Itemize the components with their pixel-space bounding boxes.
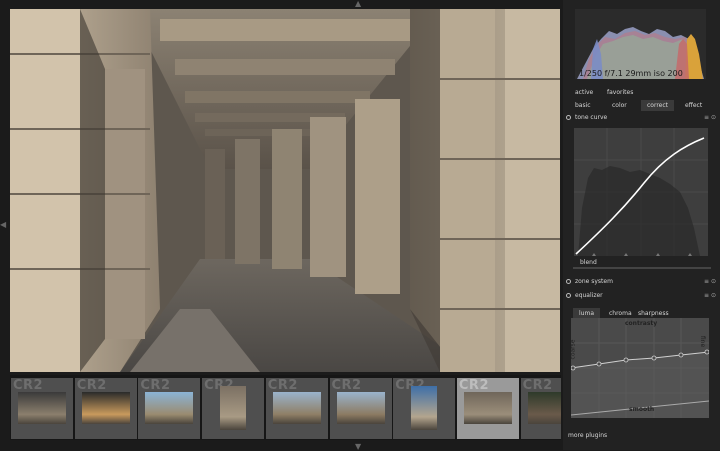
thumbnail-image [18,392,66,424]
collapse-left-arrow-icon[interactable]: ◀ [0,221,6,229]
tone-curve-header[interactable]: tone curve ≡ ⊙ [563,113,720,123]
thumbnail-format-label: CR2 [13,378,44,393]
main-image-view[interactable] [10,9,560,372]
thumbnail-image [272,392,321,424]
thumbnail-format-label: CR2 [458,378,489,393]
equalizer-plot [570,318,710,418]
filmstrip-thumbnail[interactable]: CR2 [393,378,456,439]
thumbnail-image [463,392,512,424]
module-controls-icon[interactable]: ≡ ⊙ [704,114,716,121]
group-tab-color[interactable]: color [612,102,627,109]
thumbnail-image [145,392,194,424]
thumbnail-image [81,392,130,424]
thumbnail-format-label: CR2 [140,378,171,393]
thumbnail-image [336,392,385,424]
exposure-info: 1/250 f/7.1 29mm iso 200 [579,69,683,78]
equalizer-label-smooth: smooth [629,406,655,413]
equalizer-label-contrasty: contrasty [625,320,658,327]
thumbnail-format-label: CR2 [267,378,298,393]
equalizer-tab-chroma[interactable]: chroma [609,310,632,317]
filmstrip-thumbnail[interactable]: CR2 [202,378,265,439]
thumbnail-image [411,386,438,430]
filmstrip-thumbnail[interactable]: CR2 [265,378,328,439]
thumbnail-image [220,386,247,430]
equalizer-label-coarse: coarse [569,339,577,360]
filmstrip[interactable]: CR2CR2CR2CR2CR2CR2CR2CR2CR2 [10,375,561,440]
equalizer-graph[interactable]: contrasty coarse fine smooth [569,318,710,418]
filmstrip-thumbnail[interactable]: CR2 [138,378,201,439]
filmstrip-thumbnail[interactable]: CR2 [329,378,392,439]
filmstrip-thumbnail[interactable]: CR2 [11,378,73,439]
power-icon[interactable] [566,279,571,284]
group-tab-correct[interactable]: correct [641,100,675,111]
equalizer-header[interactable]: equalizer ≡ ⊙ [563,291,720,301]
photo-arcade-corridor [10,9,560,372]
thumbnail-format-label: CR2 [76,378,107,393]
tone-curve-graph[interactable] [574,128,708,256]
filmstrip-thumbnail[interactable]: CR2 [74,378,137,439]
group-tab-effect[interactable]: effect [685,102,702,109]
blend-label[interactable]: blend [580,259,597,266]
filmstrip-thumbnail[interactable]: CR2 [456,378,519,439]
power-icon[interactable] [566,115,571,120]
tone-curve-title: tone curve [575,114,608,121]
thumbnail-format-label: CR2 [522,378,553,393]
blend-slider[interactable] [573,267,711,269]
filmstrip-thumbnail[interactable]: CR2 [520,378,561,439]
equalizer-label-fine: fine [699,335,707,348]
more-plugins-link[interactable]: more plugins [568,432,607,439]
group-tab-basic[interactable]: basic [575,102,591,109]
zone-system-title: zone system [575,278,613,285]
thumbnail-format-label: CR2 [331,378,362,393]
equalizer-tab-sharpness[interactable]: sharpness [638,310,669,317]
power-icon[interactable] [566,293,571,298]
group-tab-active[interactable]: active [575,89,593,96]
module-controls-icon[interactable]: ≡ ⊙ [704,292,716,299]
zone-system-header[interactable]: zone system ≡ ⊙ [563,277,720,287]
thumbnail-image [527,392,561,424]
equalizer-title: equalizer [575,292,603,299]
module-controls-icon[interactable]: ≡ ⊙ [704,278,716,285]
right-panel: 1/250 f/7.1 29mm iso 200 active favorite… [563,0,720,450]
collapse-top-arrow-icon[interactable]: ▲ [355,0,361,8]
histogram[interactable]: 1/250 f/7.1 29mm iso 200 [575,9,706,79]
group-tab-favorites[interactable]: favorites [607,89,633,96]
tone-curve-plot [574,128,708,256]
